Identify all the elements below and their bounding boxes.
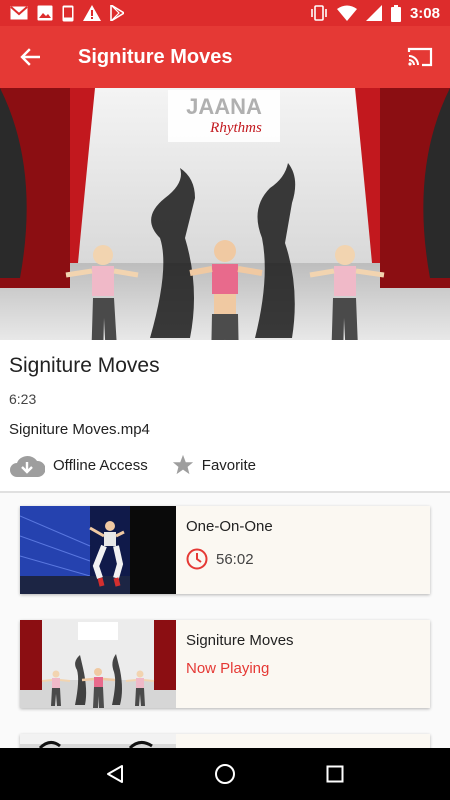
video-thumbnail: JAANA Rhythms	[0, 88, 450, 340]
video-actions: Offline Access Favorite	[9, 450, 256, 480]
arrow-back-icon	[20, 48, 40, 66]
circle-home-icon	[215, 764, 235, 784]
list-item[interactable]: Signiture Moves Now Playing	[20, 620, 430, 708]
vibrate-icon	[311, 5, 327, 21]
favorite-label: Favorite	[201, 456, 256, 474]
video-player[interactable]: JAANA Rhythms	[0, 88, 450, 340]
app-bar: Signiture Moves	[0, 26, 450, 88]
cast-button[interactable]	[390, 26, 450, 88]
offline-access-label: Offline Access	[53, 456, 148, 474]
list-item-title: One-On-One	[186, 518, 273, 535]
app-bar-title: Signiture Moves	[78, 45, 233, 68]
video-title: Signiture Moves	[9, 354, 160, 377]
list-item-thumbnail	[20, 620, 176, 708]
list-item-thumbnail	[20, 506, 176, 594]
gmail-icon	[10, 6, 28, 20]
screen: 3:08 Signiture Moves JAANA Rhythms Signi…	[0, 0, 450, 800]
video-info: Signiture Moves 6:23 Signiture Moves.mp4…	[0, 340, 450, 492]
wifi-icon	[336, 5, 357, 21]
nav-back-button[interactable]	[90, 748, 140, 800]
list-item[interactable]: One-On-One 56:02	[20, 506, 430, 594]
status-time: 3:08	[409, 4, 440, 22]
video-duration: 6:23	[9, 391, 37, 407]
clock-icon	[186, 548, 208, 570]
warning-icon	[83, 5, 101, 21]
back-button[interactable]	[0, 26, 60, 88]
list-item-duration: 56:02	[186, 548, 254, 570]
video-filename: Signiture Moves.mp4	[9, 421, 150, 438]
divider	[0, 491, 450, 493]
battery-icon	[390, 4, 401, 22]
now-playing-label: Now Playing	[186, 660, 270, 677]
list-item-title: Signiture Moves	[186, 632, 294, 649]
backdrop-logo-subtext: Rhythms	[209, 120, 262, 136]
list-item-duration-text: 56:02	[216, 550, 254, 568]
nav-home-button[interactable]	[200, 748, 250, 800]
status-bar: 3:08	[0, 0, 450, 26]
signal-icon	[365, 5, 382, 21]
phone-icon	[62, 5, 74, 21]
cast-icon	[407, 47, 433, 67]
triangle-back-icon	[107, 765, 123, 783]
play-store-icon	[110, 5, 124, 21]
backdrop-logo-text: JAANA	[186, 94, 262, 119]
favorite-button[interactable]: Favorite	[172, 454, 256, 476]
square-recents-icon	[326, 765, 344, 783]
cloud-download-icon	[10, 456, 45, 477]
offline-access-button[interactable]: Offline Access	[9, 452, 148, 478]
star-icon	[172, 454, 193, 475]
image-icon	[37, 5, 53, 21]
nav-recents-button[interactable]	[310, 748, 360, 800]
navigation-bar	[0, 748, 450, 800]
